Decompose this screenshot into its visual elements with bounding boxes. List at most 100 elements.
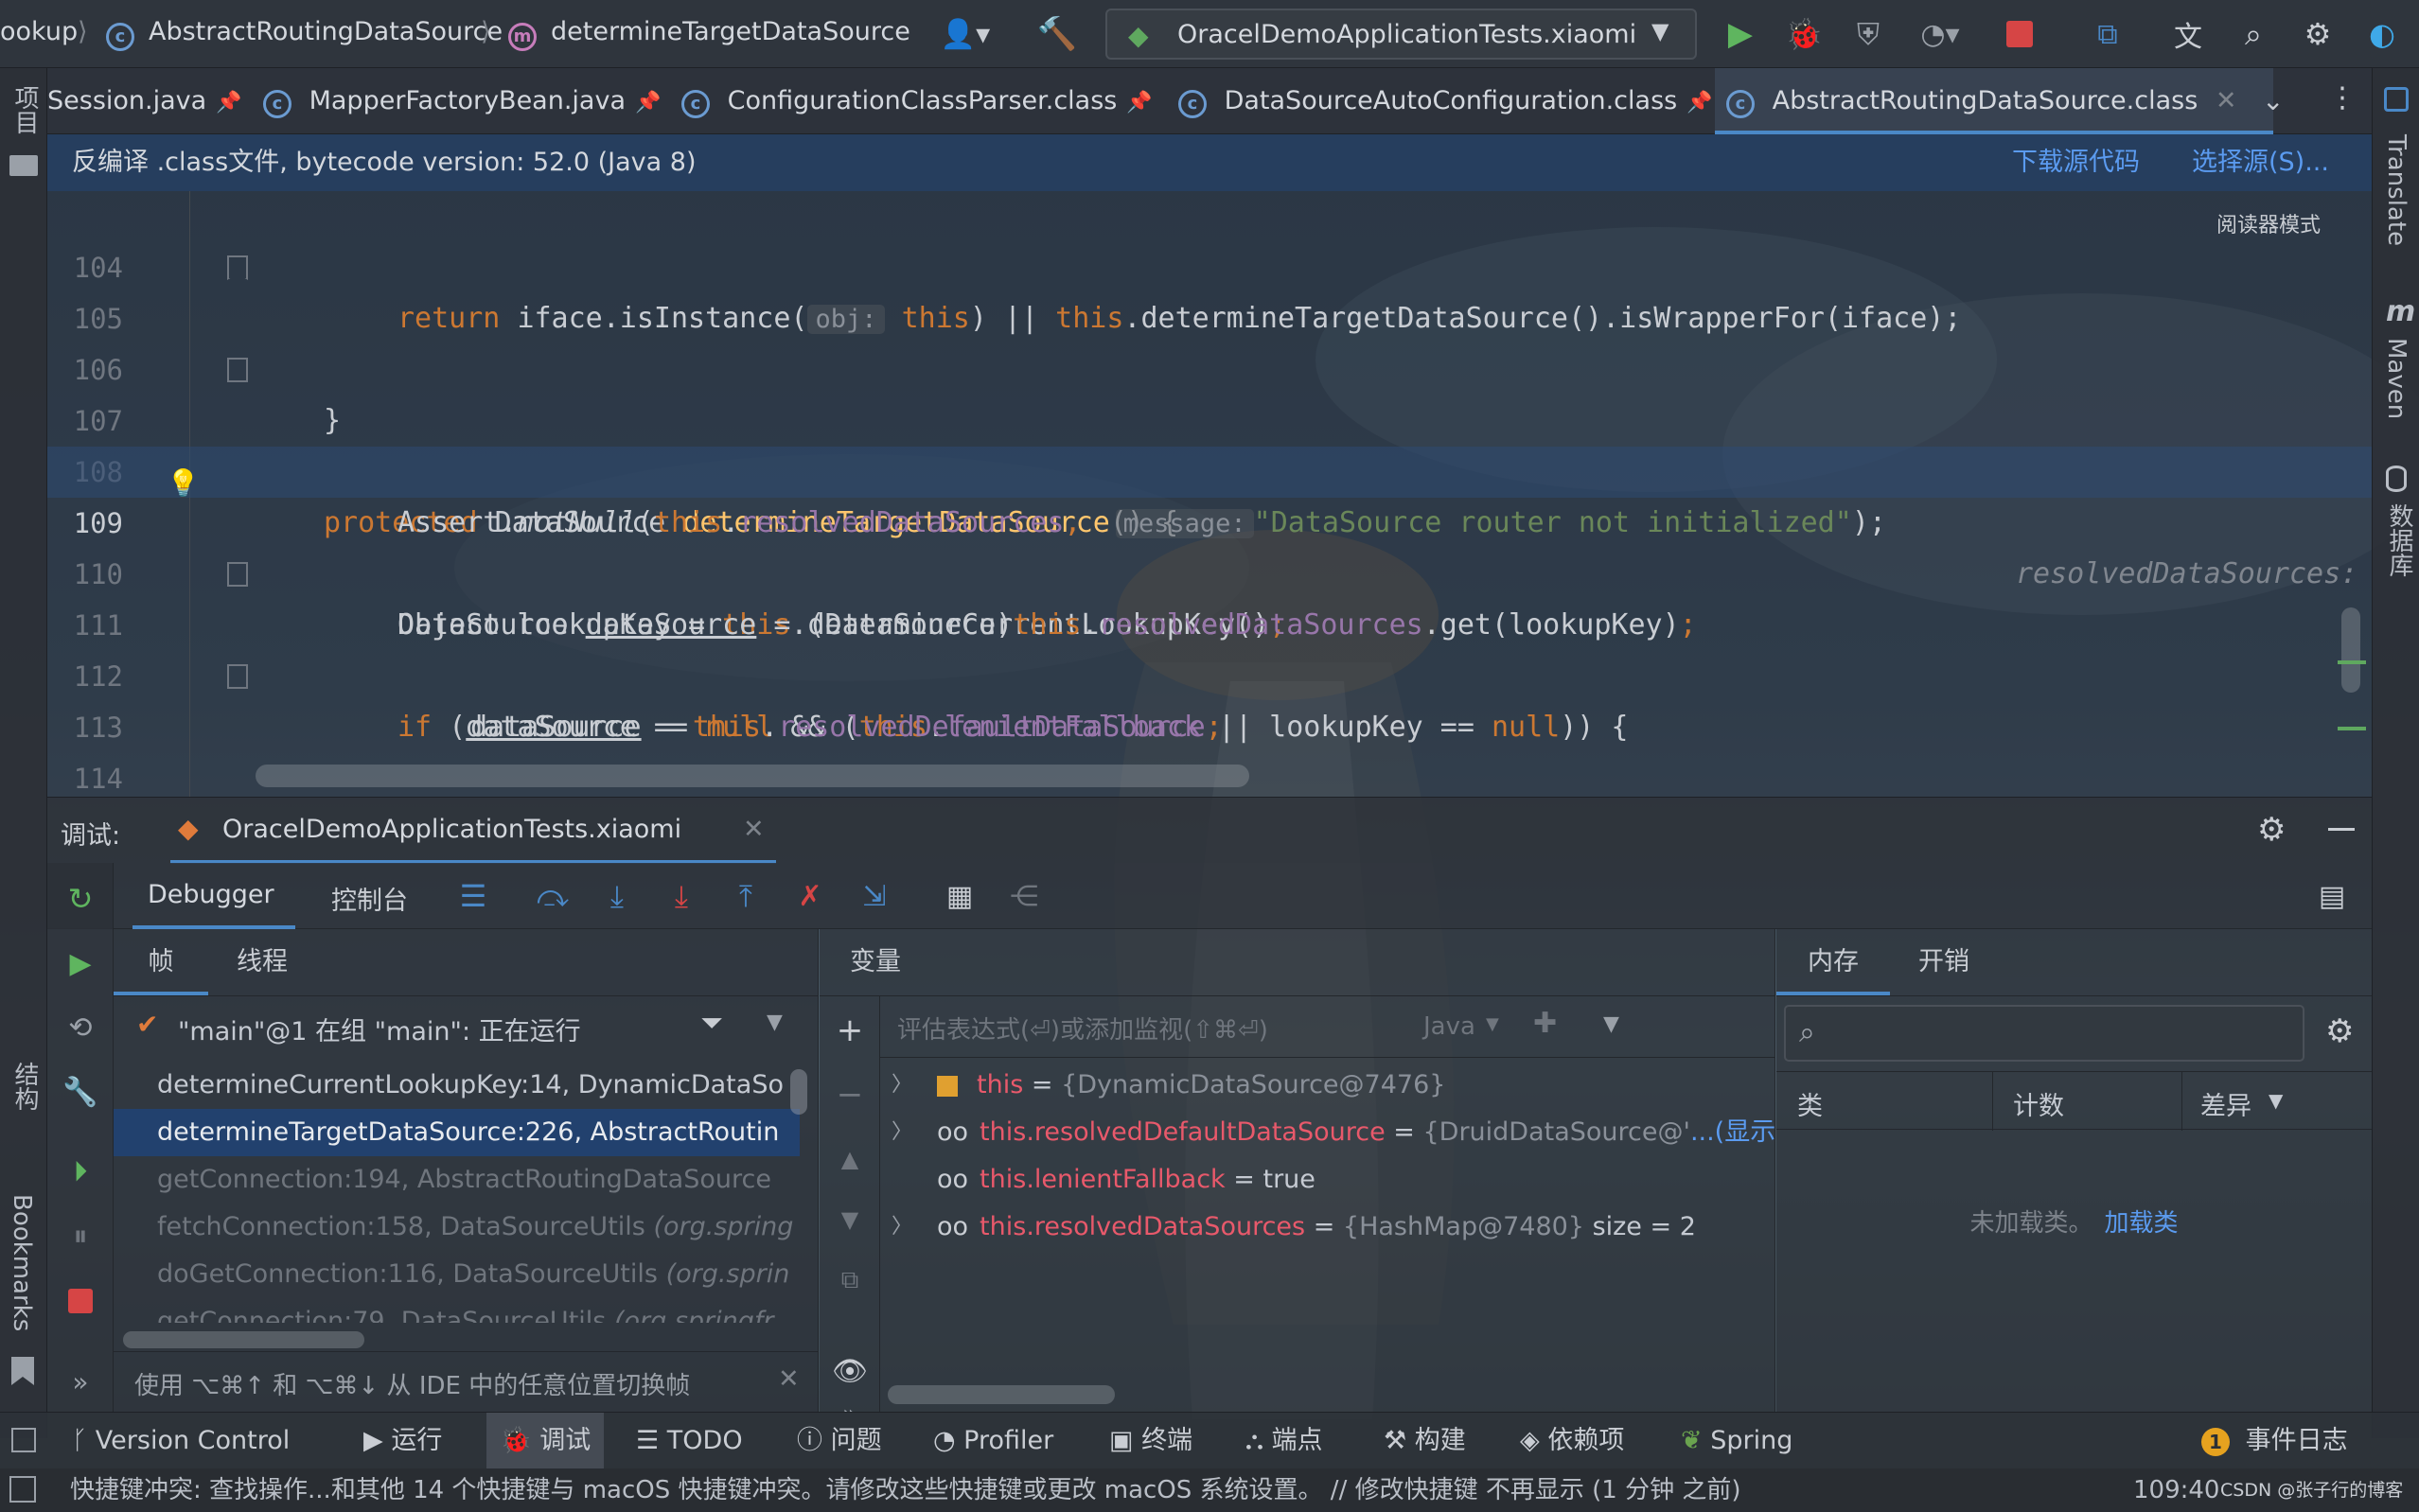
copy-icon[interactable]: ⧉ (827, 1257, 873, 1303)
translate-box-icon[interactable]: ⧉ (2085, 11, 2130, 57)
rerun-icon[interactable]: ↻ (58, 876, 103, 922)
pause-icon[interactable]: ⏸ (58, 1213, 103, 1258)
status-sidebar-icon[interactable] (9, 1476, 36, 1503)
show-value-link[interactable]: ...(显示) (1690, 1117, 1775, 1147)
breadcrumb-class[interactable]: AbstractRoutingDataSource (149, 17, 503, 46)
stop-icon[interactable] (68, 1289, 93, 1313)
database-tool-button[interactable]: 数据库 (2382, 503, 2417, 577)
thread-selector[interactable]: ✔ "main"@1 在组 "main": 正在运行 ⏷ ▼ (114, 997, 818, 1058)
filter-icon[interactable]: ⏷ (700, 1007, 723, 1040)
tab-console[interactable]: 控制台 (331, 880, 408, 917)
profile-icon[interactable]: ◔▾ (1907, 11, 1973, 57)
stack-frame[interactable]: doGetConnection:116, DataSourceUtils (or… (114, 1251, 800, 1298)
project-tool-button[interactable]: 项目 (8, 85, 43, 134)
minimize-icon[interactable] (2328, 828, 2355, 831)
version-control-button[interactable]: ᚴ Version Control (72, 1413, 290, 1469)
endpoints-tool-button[interactable]: ⛬ 端点 (1245, 1413, 1322, 1469)
build-tool-button[interactable]: ⚒ 构建 (1384, 1413, 1466, 1469)
tab-configuration-class-parser[interactable]: c ConfigurationClassParser.class 📌 (681, 68, 1221, 134)
tab-list-chevron-icon[interactable]: ⌄ (2262, 85, 2284, 116)
column-diff[interactable]: 差异 (2200, 1085, 2251, 1122)
drop-frame-icon[interactable]: ✗ (787, 873, 833, 919)
breadcrumb-lookup[interactable]: ookup (0, 17, 78, 46)
horizontal-scrollbar[interactable] (888, 1385, 1115, 1404)
debug-tool-button[interactable]: 🐞 调试 (486, 1413, 605, 1469)
add-watch-icon[interactable]: + (827, 1008, 873, 1053)
horizontal-scrollbar[interactable] (256, 765, 1249, 787)
run-to-cursor-icon[interactable]: ⇲ (852, 873, 897, 919)
load-classes-link[interactable]: 加载类 (2105, 1209, 2179, 1238)
tab-session-java[interactable]: Session.java 📌 (47, 68, 246, 134)
step-over-icon[interactable]: ⤼ (530, 873, 575, 919)
step-into-icon[interactable]: ⤓ (594, 873, 640, 919)
move-down-icon[interactable]: ▼ (827, 1197, 873, 1242)
tab-memory[interactable]: 内存 (1776, 929, 1890, 995)
run-icon[interactable]: ▶ (1718, 11, 1763, 57)
remove-watch-icon[interactable]: − (827, 1072, 873, 1117)
close-icon[interactable]: ✕ (2216, 86, 2237, 115)
eye-icon[interactable]: 👁 (827, 1348, 873, 1394)
trace-stream-icon[interactable]: ⋲ (1001, 873, 1047, 919)
tab-datasource-auto-configuration[interactable]: c DataSourceAutoConfiguration.class 📌 (1178, 68, 1775, 134)
class-search-input[interactable]: ⌕ (1784, 1005, 2304, 1062)
history-chevron-icon[interactable]: ▼ (1603, 1012, 1619, 1036)
run-tool-button[interactable]: ▶ 运行 (363, 1413, 442, 1469)
tab-abstract-routing-datasource[interactable]: c AbstractRoutingDataSource.class ✕ (1715, 68, 2273, 134)
translate-icon[interactable]: 文 (2165, 11, 2211, 57)
code-editor[interactable]: 阅读器模式 104 return iface.isInstance(obj: t… (47, 191, 2372, 797)
rerun-failed-icon[interactable]: ▶ (58, 941, 103, 986)
caret-position[interactable]: 109:40 (2133, 1468, 2219, 1512)
stack-frame[interactable]: getConnection:194, AbstractRoutingDataSo… (114, 1156, 800, 1204)
toggle-sidebar-icon[interactable] (11, 1428, 36, 1452)
close-icon[interactable]: ✕ (743, 815, 765, 844)
gear-icon[interactable]: ⚙ (2325, 1012, 2354, 1050)
dependencies-tool-button[interactable]: ◈ 依赖项 (1520, 1413, 1624, 1469)
evaluate-expression-field[interactable]: 评估表达式(⏎)或添加监视(⇧⌘⏎) Java ▼ ✚ ▼ (880, 997, 1775, 1058)
gear-icon[interactable]: ⚙ (2257, 811, 2286, 849)
fold-marker-icon[interactable] (227, 664, 248, 689)
maven-tool-button[interactable]: Maven (2382, 338, 2410, 419)
variable-row[interactable]: 〉 oo this.resolvedDefaultDataSource = {Dr… (892, 1109, 1775, 1156)
language-selector[interactable]: Java (1423, 1012, 1475, 1041)
stack-frame[interactable]: fetchConnection:158, DataSourceUtils (or… (114, 1204, 800, 1251)
stop-icon[interactable] (2006, 21, 2033, 47)
tab-threads[interactable]: 线程 (237, 929, 288, 995)
tab-overhead[interactable]: 开销 (1918, 929, 1969, 995)
profiler-tool-button[interactable]: ◔ Profiler (933, 1413, 1053, 1469)
show-execution-point-icon[interactable]: ☰ (450, 873, 496, 919)
translate-tool-button[interactable]: Translate (2382, 134, 2410, 246)
bookmarks-tool-button[interactable]: Bookmarks (8, 1194, 36, 1331)
fold-marker-icon[interactable] (227, 562, 248, 587)
reload-icon[interactable]: ⟲ (58, 1005, 103, 1050)
stack-frame[interactable]: determineCurrentLookupKey:14, DynamicDat… (114, 1062, 800, 1109)
build-hammer-icon[interactable]: 🔨 (1034, 11, 1080, 57)
download-sources-link[interactable]: 下载源代码 (2012, 134, 2140, 191)
vertical-scrollbar[interactable] (790, 1069, 807, 1115)
horizontal-scrollbar[interactable] (123, 1331, 364, 1348)
move-up-icon[interactable]: ▲ (827, 1136, 873, 1182)
run-configuration-selector[interactable]: ◆ OracelDemoApplicationTests.xiaomi ▼ (1105, 9, 1697, 60)
step-out-icon[interactable]: ⤒ (723, 873, 768, 919)
tab-mapper-factory-bean[interactable]: c MapperFactoryBean.java 📌 (263, 68, 708, 134)
stack-frame[interactable]: getConnection:79, DataSourceUtils (org.s… (114, 1298, 800, 1323)
spring-tool-button[interactable]: ❦ Spring (1681, 1413, 1792, 1469)
more-tools-icon[interactable]: » (58, 1359, 103, 1404)
breadcrumb-method[interactable]: determineTargetDataSource (551, 17, 910, 46)
status-message[interactable]: 快捷键冲突: 查找操作...和其他 14 个快捷键与 macOS 快捷键冲突。请… (70, 1468, 1740, 1512)
layout-settings-icon[interactable]: ▤ (2309, 873, 2355, 919)
column-count[interactable]: 计数 (2013, 1085, 2064, 1122)
todo-tool-button[interactable]: ☰ TODO (636, 1413, 743, 1469)
expand-chevron-icon[interactable]: 〉 (892, 1204, 912, 1251)
stack-frame-selected[interactable]: determineTargetDataSource:226, AbstractR… (114, 1109, 800, 1156)
column-class[interactable]: 类 (1797, 1085, 1823, 1122)
resume-icon[interactable]: ⏵ (58, 1149, 103, 1194)
structure-tool-button[interactable]: 结构 (8, 1062, 43, 1111)
tab-frames[interactable]: 帧 (114, 929, 208, 995)
add-to-watches-icon[interactable]: ✚ (1533, 1007, 1557, 1040)
expand-chevron-icon[interactable]: 〉 (892, 1109, 912, 1156)
coverage-icon[interactable]: ⛨ (1845, 11, 1891, 57)
debug-bug-icon[interactable]: 🐞 (1781, 11, 1827, 57)
variable-row[interactable]: 〉 oo this.resolvedDataSources = {HashMap@… (892, 1204, 1696, 1251)
fold-marker-icon[interactable] (227, 255, 248, 280)
gear-icon[interactable]: ⚙ (2295, 11, 2340, 57)
